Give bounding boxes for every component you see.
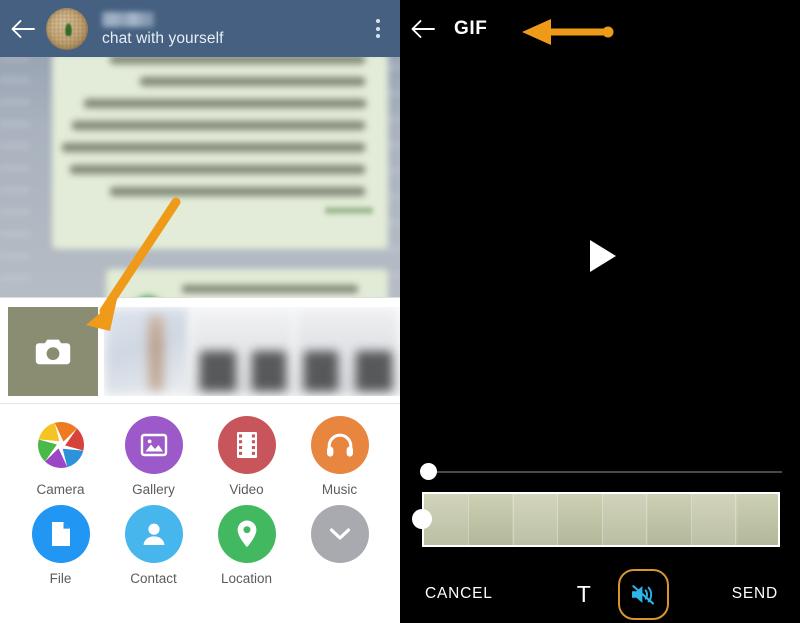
avatar-detail: [65, 23, 73, 37]
attachment-gallery[interactable]: Gallery: [117, 416, 191, 497]
contact-button[interactable]: [124, 505, 183, 563]
message-list[interactable]: [0, 57, 400, 297]
menu-dot: [376, 34, 380, 38]
music-button[interactable]: [310, 416, 369, 474]
timeline-filmstrip[interactable]: [422, 492, 780, 547]
camera-aperture-icon: [32, 416, 90, 474]
attachment-label: Video: [229, 482, 264, 497]
screenshot-root: chat with yourself Camera Gallery Video …: [0, 0, 800, 623]
seek-track[interactable]: [428, 471, 782, 473]
text-tool-button[interactable]: T: [577, 581, 592, 608]
attachment-camera[interactable]: Camera: [24, 416, 98, 497]
attachment-contact[interactable]: Contact: [117, 505, 191, 586]
menu-dot: [376, 26, 380, 31]
attachment-row: Camera Gallery Video Music: [0, 416, 400, 497]
map-pin-icon: [237, 520, 256, 548]
chat-left-edge-blur: [0, 57, 30, 297]
gif-editor-header: GIF: [400, 0, 800, 57]
attachment-label: Location: [220, 571, 273, 586]
seek-bar[interactable]: [420, 463, 782, 480]
image-icon: [140, 433, 167, 457]
attachment-collapse[interactable]: [303, 505, 377, 586]
play-icon[interactable]: [590, 240, 616, 272]
speaker-muted-icon: [632, 584, 655, 604]
person-icon: [143, 523, 164, 545]
back-arrow-icon[interactable]: [400, 0, 446, 57]
video-preview[interactable]: [400, 57, 800, 455]
attachment-label: File: [49, 571, 72, 586]
gallery-thumbnails-redacted[interactable]: [104, 307, 400, 396]
attachment-label: Contact: [130, 571, 177, 586]
film-icon: [236, 432, 257, 458]
send-button[interactable]: SEND: [732, 585, 778, 603]
attachment-label: Camera: [36, 482, 85, 497]
overflow-menu-icon[interactable]: [356, 0, 400, 57]
chat-panel: chat with yourself Camera Gallery Video …: [0, 0, 400, 623]
attachment-location[interactable]: Location: [210, 505, 284, 586]
attachment-label: Gallery: [132, 482, 175, 497]
document-icon: [51, 522, 70, 546]
gallery-button[interactable]: [124, 416, 183, 474]
avatar[interactable]: [46, 7, 88, 50]
menu-dot: [376, 19, 380, 23]
chevron-down-icon[interactable]: [310, 505, 369, 563]
gif-editor-panel: GIF CANCEL T SEND: [400, 0, 800, 623]
gif-editor-toolbar: CANCEL T SEND: [400, 565, 800, 623]
attachment-row: File Contact Location: [0, 505, 400, 586]
file-button[interactable]: [31, 505, 90, 563]
location-button[interactable]: [217, 505, 276, 563]
chat-subtitle: chat with yourself: [102, 29, 224, 47]
attachment-label: Music: [321, 482, 358, 497]
cancel-button[interactable]: CANCEL: [425, 585, 493, 603]
contact-name-redacted: [102, 11, 154, 27]
attachment-file[interactable]: File: [24, 505, 98, 586]
attachment-video[interactable]: Video: [210, 416, 284, 497]
headphones-icon: [326, 433, 353, 457]
mute-toggle-button[interactable]: [617, 568, 669, 620]
trim-handle-start[interactable]: [412, 509, 432, 529]
camera-icon: [35, 339, 71, 364]
attachment-grid: Camera Gallery Video Music File Contact …: [0, 403, 400, 623]
chat-header: chat with yourself: [0, 0, 400, 57]
video-button[interactable]: [217, 416, 276, 474]
chat-title-block: chat with yourself: [102, 0, 224, 58]
back-arrow-icon[interactable]: [0, 0, 46, 57]
attachment-music[interactable]: Music: [303, 416, 377, 497]
camera-tile[interactable]: [8, 307, 98, 396]
media-thumbnail-strip[interactable]: [0, 297, 400, 403]
gif-title: GIF: [454, 17, 488, 39]
seek-handle[interactable]: [420, 463, 437, 480]
